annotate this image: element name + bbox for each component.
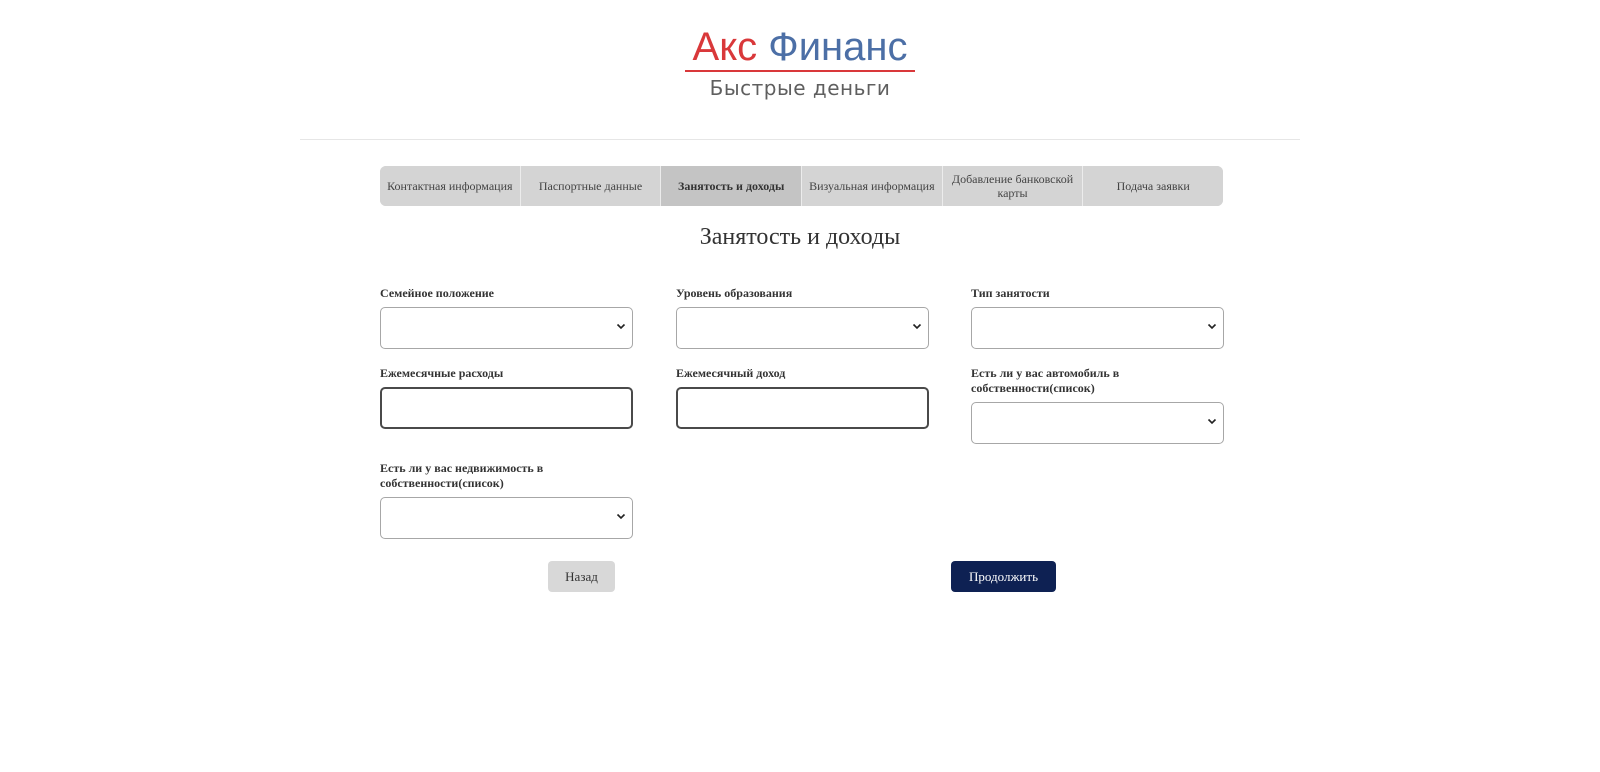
chevron-down-icon (1207, 418, 1217, 425)
continue-button[interactable]: Продолжить (951, 561, 1056, 592)
chevron-down-icon (912, 323, 922, 330)
education-level-select[interactable] (676, 307, 929, 349)
car-ownership-label: Есть ли у вас автомобиль в собственности… (971, 366, 1120, 395)
marital-status-label: Семейное положение (380, 286, 495, 300)
car-ownership-select[interactable] (971, 402, 1224, 444)
chevron-down-icon (1207, 323, 1217, 330)
header-divider (300, 139, 1300, 140)
monthly-expenses-label: Ежемесячные расходы (380, 366, 504, 380)
marital-status-select[interactable] (380, 307, 633, 349)
field-property-ownership: Есть ли у вас недвижимость в собственнос… (380, 461, 633, 539)
education-level-label: Уровень образования (676, 286, 793, 300)
chevron-down-icon (616, 513, 626, 520)
step-tab-add-bank-card[interactable]: Добавление банковской карты (942, 166, 1084, 206)
step-tab-visual-info[interactable]: Визуальная информация (802, 166, 943, 206)
step-tab-contact-info[interactable]: Контактная информация (380, 166, 521, 206)
logo-word-aks: Акс (692, 25, 758, 69)
back-button[interactable]: Назад (548, 561, 615, 592)
monthly-income-input[interactable] (676, 387, 929, 429)
chevron-down-icon (616, 323, 626, 330)
field-car-ownership: Есть ли у вас автомобиль в собственности… (971, 366, 1224, 444)
logo: Акс Финанс Быстрые деньги (0, 24, 1600, 104)
monthly-income-label: Ежемесячный доход (676, 366, 786, 380)
property-ownership-select[interactable] (380, 497, 633, 539)
logo-title: Акс Финанс (685, 24, 915, 70)
property-ownership-label: Есть ли у вас недвижимость в собственнос… (380, 461, 544, 490)
step-tabs: Контактная информация Паспортные данные … (380, 166, 1223, 206)
step-tab-submit-application[interactable]: Подача заявки (1083, 166, 1223, 206)
field-marital-status: Семейное положение (380, 286, 633, 349)
field-education-level: Уровень образования (676, 286, 929, 349)
step-tab-employment-income[interactable]: Занятость и доходы (661, 166, 803, 206)
step-tab-passport-data[interactable]: Паспортные данные (520, 166, 662, 206)
page-title: Занятость и доходы (699, 224, 901, 250)
field-monthly-income: Ежемесячный доход (676, 366, 929, 429)
field-employment-type: Тип занятости (971, 286, 1224, 349)
employment-type-label: Тип занятости (971, 286, 1050, 300)
employment-type-select[interactable] (971, 307, 1224, 349)
field-monthly-expenses: Ежемесячные расходы (380, 366, 633, 429)
logo-word-finans: Финанс (768, 25, 908, 69)
logo-tagline: Быстрые деньги (709, 76, 891, 100)
logo-underline (685, 70, 915, 72)
monthly-expenses-input[interactable] (380, 387, 633, 429)
